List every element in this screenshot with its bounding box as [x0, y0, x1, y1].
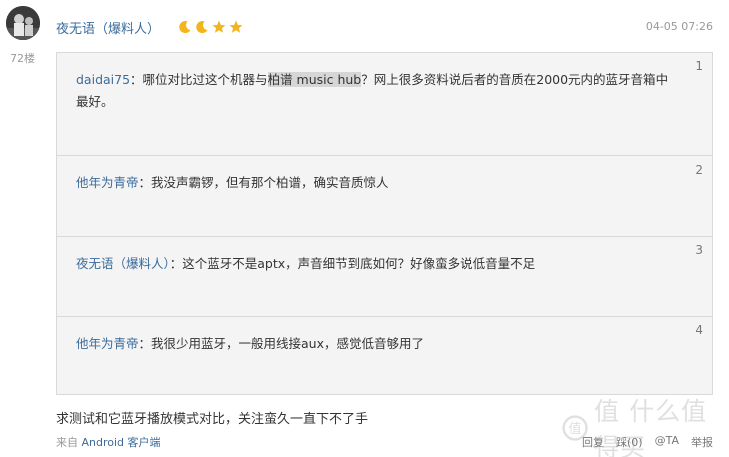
quote-author[interactable]: 他年为青帝 [76, 336, 139, 351]
floor-number: 72楼 [10, 52, 35, 65]
quoted-replies: daidai75：哪位对比过这个机器与柏谱 music hub？网上很多资料说后… [56, 52, 713, 395]
avatar-image [6, 6, 40, 40]
comment-body: 求测试和它蓝牙播放模式对比，关注蛮久一直下不了手 [56, 412, 369, 427]
moon-icon [196, 21, 208, 34]
reply-button[interactable]: 回复 [582, 434, 604, 450]
quote-text-before: ：哪位对比过这个机器与 [130, 72, 268, 87]
source-prefix: 来自 [56, 436, 78, 449]
quote-author[interactable]: 夜无语（爆料人） [76, 256, 170, 271]
star-icon [229, 20, 243, 33]
quote-number: 2 [695, 163, 703, 177]
quote-body: ：我很少用蓝牙，一般用线接aux，感觉低音够用了 [138, 336, 424, 351]
quote-number: 1 [695, 59, 703, 73]
comment-item: 72楼 夜无语（爆料人） 04-05 07:26 daidai75：哪位对比过这… [0, 0, 729, 457]
comment-actions: 回复 踩(0) @TA 举报 [582, 434, 713, 450]
quote-body: ：这个蓝牙不是aptx，声音细节到底如何？好像蛮多说低音量不足 [169, 256, 536, 271]
mention-button[interactable]: @TA [655, 434, 679, 450]
quote-text: daidai75：哪位对比过这个机器与柏谱 music hub？网上很多资料说后… [76, 69, 674, 113]
user-rank [177, 19, 244, 35]
dislike-button[interactable]: 踩(0) [616, 434, 643, 450]
quote-block: daidai75：哪位对比过这个机器与柏谱 music hub？网上很多资料说后… [57, 53, 712, 155]
report-button[interactable]: 举报 [691, 434, 713, 450]
avatar[interactable] [6, 6, 40, 40]
quote-body: ：我没声霸锣，但有那个柏谱，确实音质惊人 [138, 175, 389, 190]
quote-number: 4 [695, 323, 703, 337]
quote-number: 3 [695, 243, 703, 257]
source-client-link[interactable]: Android 客户端 [82, 436, 161, 449]
comment-timestamp: 04-05 07:26 [645, 20, 713, 33]
quote-text: 他年为青帝：我很少用蓝牙，一般用线接aux，感觉低音够用了 [76, 333, 674, 355]
highlighted-text: 柏谱 music hub [267, 72, 362, 87]
quote-author[interactable]: daidai75 [76, 72, 130, 87]
quote-author[interactable]: 他年为青帝 [76, 175, 139, 190]
quote-block: 他年为青帝：我没声霸锣，但有那个柏谱，确实音质惊人 2 [57, 155, 712, 236]
comment-source: 来自 Android 客户端 [56, 434, 161, 450]
comment-author[interactable]: 夜无语（爆料人） [56, 18, 160, 37]
svg-text:值: 值 [569, 421, 582, 437]
quote-text: 他年为青帝：我没声霸锣，但有那个柏谱，确实音质惊人 [76, 172, 674, 194]
quote-block: 他年为青帝：我很少用蓝牙，一般用线接aux，感觉低音够用了 4 [57, 316, 712, 394]
moon-icon [179, 21, 191, 34]
quote-block: 夜无语（爆料人）：这个蓝牙不是aptx，声音细节到底如何？好像蛮多说低音量不足 … [57, 236, 712, 316]
star-icon [212, 20, 226, 33]
quote-text: 夜无语（爆料人）：这个蓝牙不是aptx，声音细节到底如何？好像蛮多说低音量不足 [76, 253, 674, 275]
